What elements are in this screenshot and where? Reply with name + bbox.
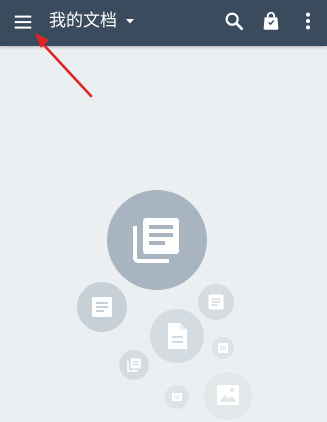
document-icon	[127, 358, 141, 372]
search-icon[interactable]	[223, 10, 245, 32]
page-title: 我的文档	[49, 11, 117, 31]
doc-bubble	[119, 350, 149, 380]
app-bar: 我的文档	[0, 0, 327, 46]
image-bubble	[204, 372, 252, 420]
doc-bubble	[212, 337, 234, 359]
bag-icon[interactable]	[260, 10, 282, 32]
menu-icon[interactable]	[12, 11, 34, 33]
doc-bubble	[198, 284, 234, 320]
document-icon	[92, 297, 112, 317]
image-icon	[217, 385, 239, 405]
doc-bubble	[77, 282, 127, 332]
title-dropdown[interactable]: 我的文档	[49, 7, 135, 35]
dropdown-caret-icon	[126, 19, 134, 24]
file-bubble	[150, 309, 204, 363]
document-icon	[208, 294, 224, 310]
file-icon	[168, 323, 187, 349]
empty-state	[0, 46, 327, 422]
more-vert-icon[interactable]	[298, 10, 318, 32]
document-icon	[218, 343, 228, 353]
library-books-icon	[133, 218, 179, 263]
doc-bubble	[165, 385, 189, 409]
document-icon	[172, 393, 182, 401]
empty-illustration-main	[107, 190, 207, 290]
